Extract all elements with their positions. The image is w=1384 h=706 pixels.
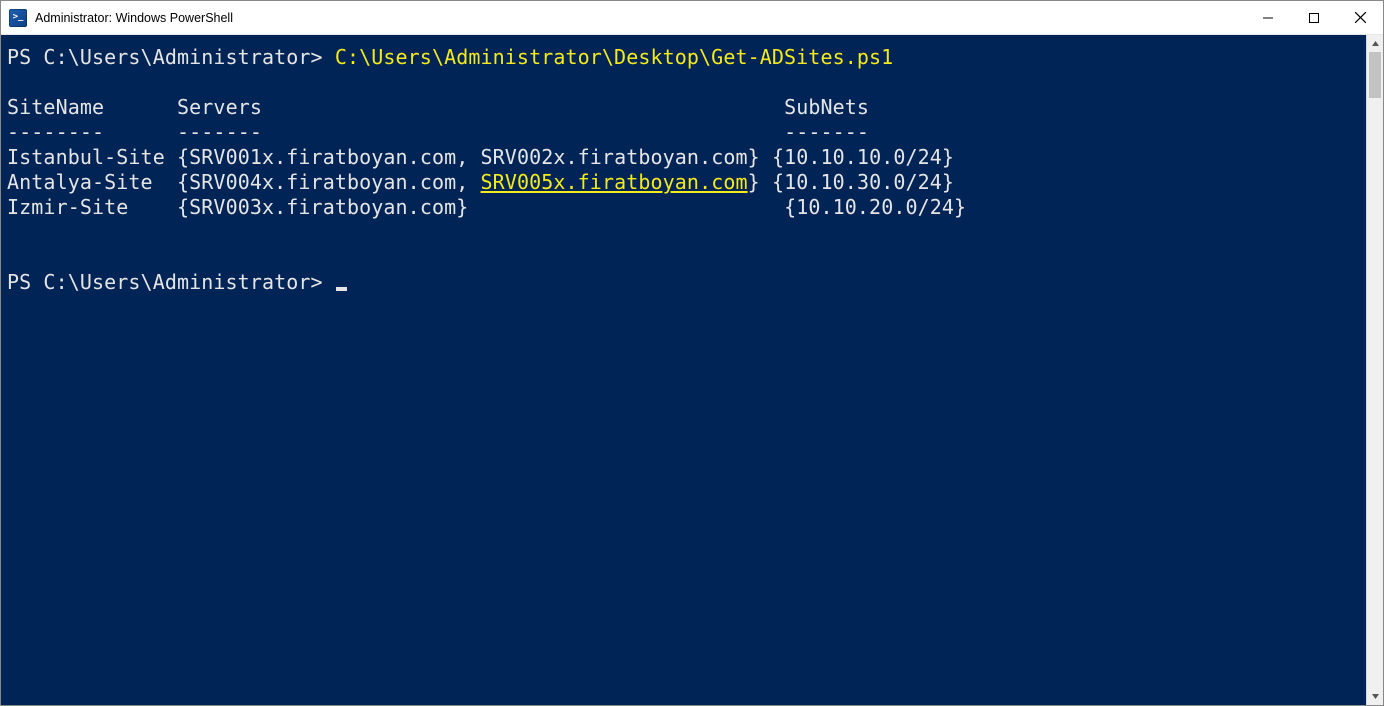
row-subnets: {10.10.30.0/24}: [772, 170, 954, 194]
col-dash-servers: -------: [177, 120, 262, 144]
minimize-button[interactable]: [1245, 1, 1291, 34]
command-text: C:\Users\Administrator\Desktop\Get-ADSit…: [335, 45, 894, 69]
col-dash-sitename: --------: [7, 120, 104, 144]
row-site: Antalya-Site: [7, 170, 153, 194]
scroll-up-button[interactable]: [1367, 35, 1383, 52]
row-site: Izmir-Site: [7, 195, 128, 219]
window-controls: [1245, 1, 1383, 34]
vertical-scrollbar[interactable]: [1366, 35, 1383, 705]
prompt-prefix: PS C:\Users\Administrator>: [7, 45, 335, 69]
scroll-down-button[interactable]: [1367, 688, 1383, 705]
row-servers-highlight: SRV005x.firatboyan.com: [481, 170, 748, 194]
scroll-thumb[interactable]: [1369, 52, 1381, 98]
col-header-subnets: SubNets: [784, 95, 869, 119]
row-subnets: {10.10.20.0/24}: [784, 195, 966, 219]
title-bar-left: Administrator: Windows PowerShell: [1, 9, 233, 27]
close-button[interactable]: [1337, 1, 1383, 34]
row-servers-prefix: {SRV004x.firatboyan.com,: [177, 170, 481, 194]
row-servers: {SRV001x.firatboyan.com, SRV002x.firatbo…: [177, 145, 760, 169]
col-header-servers: Servers: [177, 95, 262, 119]
content-area: PS C:\Users\Administrator> C:\Users\Admi…: [1, 35, 1383, 705]
row-servers-suffix: }: [748, 170, 760, 194]
title-bar[interactable]: Administrator: Windows PowerShell: [1, 1, 1383, 35]
row-site: Istanbul-Site: [7, 145, 165, 169]
window-title: Administrator: Windows PowerShell: [35, 11, 233, 25]
cursor: [336, 287, 347, 291]
row-servers: {SRV003x.firatboyan.com}: [177, 195, 468, 219]
powershell-icon: [9, 9, 27, 27]
scroll-track[interactable]: [1367, 52, 1383, 688]
prompt-prefix: PS C:\Users\Administrator>: [7, 270, 335, 294]
row-subnets: {10.10.10.0/24}: [772, 145, 954, 169]
col-header-sitename: SiteName: [7, 95, 104, 119]
terminal-output[interactable]: PS C:\Users\Administrator> C:\Users\Admi…: [1, 35, 1366, 705]
col-dash-subnets: -------: [784, 120, 869, 144]
maximize-button[interactable]: [1291, 1, 1337, 34]
